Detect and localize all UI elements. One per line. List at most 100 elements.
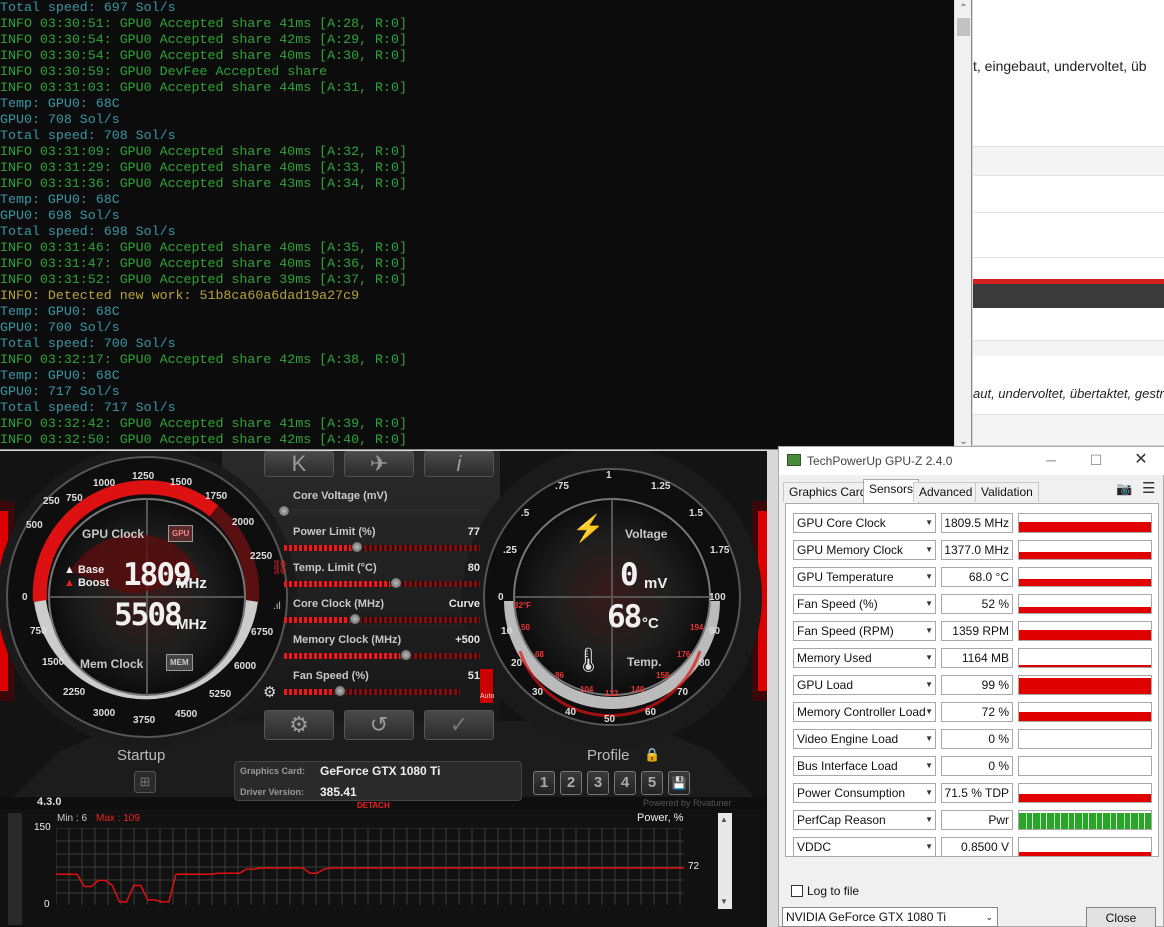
close-button[interactable]: Close (1086, 907, 1156, 927)
fahrenheit-tick: 176 (677, 650, 691, 659)
apply-button[interactable]: ✓ (424, 710, 494, 740)
gpuz-window[interactable]: TechPowerUp GPU-Z 2.4.0 ─ ☐ ✕ Graphics C… (778, 446, 1164, 927)
console-scrollbar[interactable]: ⌃ ⌄ (954, 0, 971, 450)
sensor-name-select[interactable]: Video Engine Load ▼ (793, 729, 936, 749)
menu-icon[interactable]: ☰ (1142, 479, 1155, 497)
curve-editor-icon[interactable]: .ıl (273, 601, 281, 612)
sensor-graph-fill (1019, 630, 1151, 640)
windows-startup-icon[interactable]: ⊞ (134, 771, 156, 793)
gauge-tick: 1000 (93, 478, 116, 489)
msi-afterburner-window[interactable]: K ✈ i 500 250 750 1000 1250 1500 1750 20… (0, 451, 767, 927)
sensor-name-select[interactable]: GPU Memory Clock ▼ (793, 540, 936, 560)
graph-scroll-down-icon[interactable]: ▼ (720, 897, 730, 907)
profile-slot-5[interactable]: 5 (641, 771, 663, 795)
temperature-unit: °C (642, 615, 659, 632)
memory-clock-value: +500 (455, 634, 480, 646)
memory-clock-readout: 5508 (114, 597, 183, 633)
profile-lock-icon[interactable]: 🔒 (644, 747, 660, 763)
sensor-row: Memory Used ▼ 1164 MB (793, 648, 1156, 670)
sensor-row: Memory Controller Load ▼ 72 % (793, 702, 1156, 724)
minimize-icon[interactable]: ─ (1037, 451, 1065, 471)
tab-sensors[interactable]: Sensors (863, 479, 920, 503)
k-boost-button[interactable]: K (264, 451, 334, 477)
gauge-tick: 1 (606, 470, 612, 481)
fahrenheit-tick: 50 (521, 623, 530, 632)
reset-button[interactable]: ↺ (344, 710, 414, 740)
graph-y-top: 150 (34, 822, 51, 833)
gauge-tick: 90 (709, 626, 721, 637)
gauge-tick: 1.5 (689, 508, 703, 519)
temp-limit-slider[interactable] (284, 577, 480, 589)
sensor-name-select[interactable]: Memory Used ▼ (793, 648, 936, 668)
console-output: Total speed: 697 Sol/s INFO 03:30:51: GPU… (0, 0, 955, 450)
sensor-name-select[interactable]: VDDC ▼ (793, 837, 936, 857)
power-limit-slider[interactable] (284, 541, 480, 553)
sensor-name-select[interactable]: Power Consumption ▼ (793, 783, 936, 803)
tab-advanced[interactable]: Advanced (913, 482, 979, 502)
tab-validation[interactable]: Validation (975, 482, 1039, 502)
profile-slot-1[interactable]: 1 (533, 771, 555, 795)
slider-knob[interactable] (350, 541, 363, 553)
sensor-value: 1359 RPM (941, 621, 1013, 641)
console-line: INFO 03:31:46: GPU0 Accepted share 40ms … (0, 240, 407, 255)
gauge-tick: 1500 (170, 477, 193, 488)
fan-speed-slider[interactable] (284, 685, 460, 697)
log-to-file-checkbox[interactable]: Log to file (791, 884, 859, 898)
chevron-down-icon: ▼ (925, 788, 933, 797)
oc-scanner-icon[interactable]: ✈ (344, 451, 414, 477)
sensor-name-select[interactable]: GPU Load ▼ (793, 675, 936, 695)
sensor-row: Bus Interface Load ▼ 0 % (793, 756, 1156, 778)
slider-knob[interactable] (348, 613, 361, 625)
gauge-tick: 1750 (205, 491, 228, 502)
slider-knob[interactable] (399, 649, 412, 661)
sensor-name-select[interactable]: Fan Speed (RPM) ▼ (793, 621, 936, 641)
sensor-name: Power Consumption (797, 786, 906, 800)
screenshot-camera-icon[interactable]: 📷 (1116, 481, 1132, 497)
detach-button[interactable]: DETACH (357, 801, 390, 810)
graph-scroll-up-icon[interactable]: ▲ (720, 815, 730, 825)
checkbox-box[interactable] (791, 885, 803, 897)
gauge-tick: 100 (709, 592, 726, 603)
gpuz-titlebar[interactable]: TechPowerUp GPU-Z 2.4.0 ─ ☐ ✕ (779, 447, 1164, 475)
memory-clock-unit: MHz (176, 616, 207, 633)
sensor-graph-fill (1019, 712, 1151, 721)
sensor-name-select[interactable]: Fan Speed (%) ▼ (793, 594, 936, 614)
sensor-name: Fan Speed (%) (797, 597, 878, 611)
profile-slot-4[interactable]: 4 (614, 771, 636, 795)
profile-slot-3[interactable]: 3 (587, 771, 609, 795)
sensor-row: GPU Temperature ▼ 68.0 °C (793, 567, 1156, 589)
slider-knob[interactable] (278, 505, 290, 517)
sensor-name-select[interactable]: Bus Interface Load ▼ (793, 756, 936, 776)
sensor-row: Video Engine Load ▼ 0 % (793, 729, 1156, 751)
link-icon[interactable]: ⛓ (271, 559, 289, 576)
save-profile-icon[interactable]: 💾 (668, 771, 690, 795)
scroll-thumb[interactable] (957, 18, 970, 36)
core-clock-slider[interactable] (284, 613, 480, 625)
gpu-select[interactable]: NVIDIA GeForce GTX 1080 Ti ⌄ (782, 907, 998, 927)
close-icon[interactable]: ✕ (1127, 451, 1155, 471)
sensor-name-select[interactable]: GPU Temperature ▼ (793, 567, 936, 587)
sensor-name-select[interactable]: Memory Controller Load ▼ (793, 702, 936, 722)
sensor-graph-fill (1019, 678, 1151, 694)
maximize-icon[interactable]: ☐ (1082, 451, 1110, 471)
tab-graphics-card[interactable]: Graphics Card (783, 482, 873, 502)
core-voltage-slider[interactable] (278, 505, 480, 517)
profile-slot-2[interactable]: 2 (560, 771, 582, 795)
slider-knob[interactable] (389, 577, 402, 589)
memory-clock-slider[interactable] (284, 649, 480, 661)
info-button[interactable]: i (424, 451, 494, 477)
console-line: GPU0: 708 Sol/s (0, 112, 120, 127)
gauge-tick: 5250 (209, 689, 232, 700)
sensor-value: 99 % (941, 675, 1013, 695)
fan-auto-toggle[interactable]: Auto (480, 669, 494, 703)
scroll-up-icon[interactable]: ⌃ (955, 0, 972, 17)
miner-console-window[interactable]: Total speed: 697 Sol/s INFO 03:30:51: GPU… (0, 0, 972, 450)
sensor-name-select[interactable]: PerfCap Reason ▼ (793, 810, 936, 830)
sensor-name-select[interactable]: GPU Core Clock ▼ (793, 513, 936, 533)
fan-settings-icon[interactable]: ⚙ (263, 683, 276, 701)
sensor-name: Video Engine Load (797, 732, 899, 746)
sensor-value: 71.5 % TDP (941, 783, 1013, 803)
browser-page-background: t, eingebaut, undervoltet, üb aut, under… (973, 0, 1164, 445)
settings-button[interactable]: ⚙ (264, 710, 334, 740)
chevron-down-icon: ▼ (925, 842, 933, 851)
